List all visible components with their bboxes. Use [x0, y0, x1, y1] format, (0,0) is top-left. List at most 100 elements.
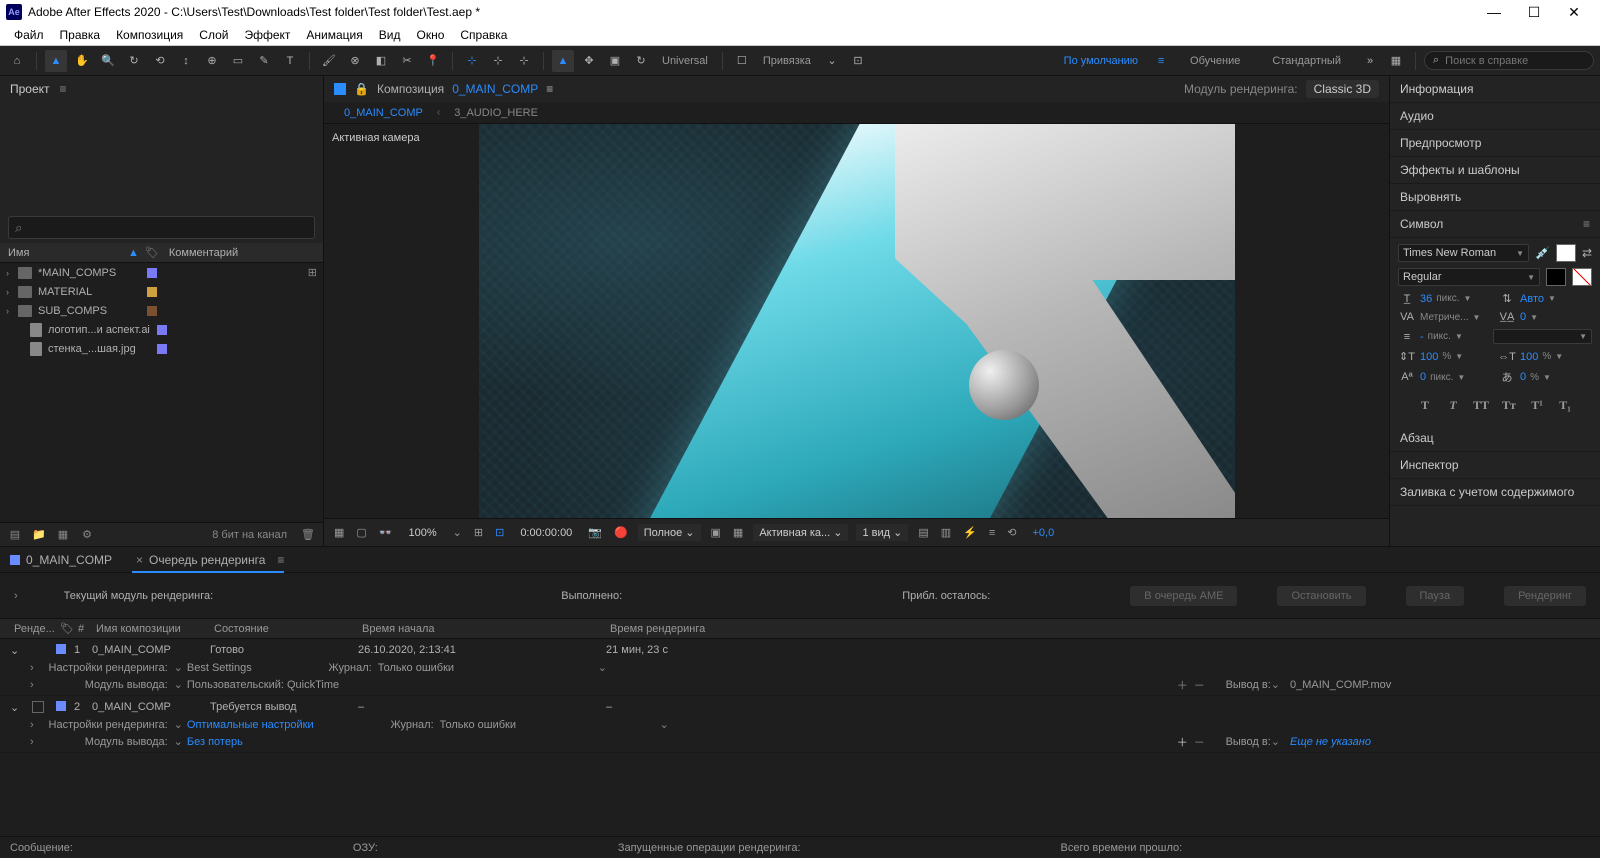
new-folder-icon[interactable]: 📁 [30, 526, 48, 544]
render-queue-item[interactable]: ⌄ 1 0_MAIN_COMP Готово 26.10.2020, 2:13:… [0, 639, 1600, 696]
color-swatch[interactable] [147, 287, 157, 297]
stroke-width-value[interactable]: - [1420, 331, 1424, 343]
render-queue-tab[interactable]: × Очередь рендеринга ≡ [132, 553, 284, 567]
render-queue-item[interactable]: ⌄ 2 0_MAIN_COMP Требуется вывод – – › На… [0, 696, 1600, 753]
text-tool[interactable]: T [279, 50, 301, 72]
grid-icon[interactable]: ⊞ [472, 526, 485, 539]
menu-animation[interactable]: Анимация [298, 26, 370, 44]
zoom-value[interactable]: 100% [403, 527, 443, 539]
viewer-tab[interactable]: 0_MAIN_COMP [344, 107, 423, 119]
vscale-value[interactable]: 100 [1420, 351, 1438, 363]
orbit-tool[interactable]: ↻ [123, 50, 145, 72]
mask-icon[interactable]: 👓 [377, 526, 395, 539]
stop-button[interactable]: Остановить [1277, 586, 1365, 606]
viewer-canvas[interactable]: Активная камера [324, 124, 1389, 518]
menu-file[interactable]: Файл [6, 26, 52, 44]
viewer-comp-name[interactable]: 0_MAIN_COMP [452, 82, 538, 96]
tree-item[interactable]: › MATERIAL [0, 282, 323, 301]
font-family-select[interactable]: Times New Roman▼ [1398, 244, 1529, 262]
baseline-value[interactable]: 0 [1420, 371, 1426, 383]
brush-tool[interactable]: 🖌 [318, 50, 340, 72]
dropdown-icon[interactable]: ⌄ [174, 735, 183, 748]
output-to-value[interactable]: 0_MAIN_COMP.mov [1290, 679, 1590, 691]
panel-tracker[interactable]: Инспектор [1390, 452, 1600, 479]
camera-select[interactable]: Активная ка... ⌄ [753, 524, 848, 541]
viewer-tab[interactable]: 3_AUDIO_HERE [454, 107, 538, 119]
tracking-value[interactable]: 0 [1520, 311, 1526, 323]
bold-button[interactable]: T [1414, 395, 1436, 415]
roto-tool[interactable]: ✂ [396, 50, 418, 72]
pen-tool[interactable]: ✎ [253, 50, 275, 72]
dropdown-icon[interactable]: ⌄ [660, 718, 669, 731]
zoom-dropdown-icon[interactable]: ⌄ [451, 526, 464, 539]
timecode[interactable]: 0:00:00:00 [514, 527, 578, 539]
tree-item[interactable]: › *MAIN_COMPS ⊞ [0, 263, 323, 282]
pixel-aspect-icon[interactable]: ▥ [939, 526, 953, 539]
project-search-input[interactable] [8, 216, 315, 239]
menu-edit[interactable]: Правка [52, 26, 109, 44]
expand-icon[interactable]: › [6, 287, 18, 297]
panel-align[interactable]: Выровнять [1390, 184, 1600, 211]
col-num[interactable]: # [74, 623, 92, 635]
guides-icon[interactable]: ⊡ [493, 526, 506, 539]
leading-value[interactable]: Авто [1520, 293, 1544, 305]
panel-effects[interactable]: Эффекты и шаблоны [1390, 157, 1600, 184]
resolution-select[interactable]: Полное ⌄ [638, 524, 701, 541]
menu-view[interactable]: Вид [371, 26, 409, 44]
pan-behind-tool[interactable]: ⊕ [201, 50, 223, 72]
axis-view-icon[interactable]: ⊹ [513, 50, 535, 72]
hscale-value[interactable]: 100 [1520, 351, 1538, 363]
workspace-learn[interactable]: Обучение [1176, 55, 1254, 67]
snap-checkbox[interactable]: ☐ [731, 50, 753, 72]
col-start[interactable]: Время начала [358, 623, 606, 635]
panel-content-aware[interactable]: Заливка с учетом содержимого [1390, 479, 1600, 506]
eraser-tool[interactable]: ◧ [370, 50, 392, 72]
menu-composition[interactable]: Композиция [108, 26, 191, 44]
color-swatch[interactable] [147, 268, 157, 278]
col-label-icon[interactable]: 🏷 [56, 622, 74, 635]
workspace-more-icon[interactable]: » [1359, 50, 1381, 72]
pause-button[interactable]: Пауза [1406, 586, 1465, 606]
rotation-tool[interactable]: ⟲ [149, 50, 171, 72]
no-color-swatch[interactable] [1572, 268, 1592, 286]
expand-icon[interactable]: › [6, 306, 18, 316]
tree-item[interactable]: › SUB_COMPS [0, 301, 323, 320]
dropdown-icon[interactable]: ⌄ [174, 661, 183, 674]
snap-opts-icon[interactable]: ⌄ [821, 50, 843, 72]
render-settings-value[interactable]: Best Settings [187, 662, 252, 674]
color-swatch[interactable] [157, 325, 167, 335]
render-module-value[interactable]: Classic 3D [1306, 80, 1379, 98]
snapshot-icon[interactable]: 📷 [586, 526, 604, 539]
font-size-value[interactable]: 36 [1420, 293, 1432, 305]
axis-world-icon[interactable]: ⊹ [487, 50, 509, 72]
stroke-color-swatch[interactable] [1546, 268, 1566, 286]
log-value[interactable]: Только ошибки [378, 662, 578, 674]
tree-item[interactable]: стенка_...шая.jpg [0, 339, 323, 358]
expand-icon[interactable]: › [14, 590, 18, 602]
close-tab-icon[interactable]: × [136, 553, 143, 567]
col-duration[interactable]: Время рендеринга [606, 623, 709, 635]
panel-paragraph[interactable]: Абзац [1390, 425, 1600, 452]
dropdown-icon[interactable]: ⌄ [174, 718, 183, 731]
color-swatch[interactable] [157, 344, 167, 354]
project-tree[interactable]: › *MAIN_COMPS ⊞ › MATERIAL › SUB_COMPS [0, 263, 323, 522]
roi-icon[interactable]: ▣ [709, 526, 723, 539]
interpret-icon[interactable]: ▤ [6, 526, 24, 544]
selection-alt-icon[interactable]: ▲ [552, 50, 574, 72]
workspace-standard[interactable]: Стандартный [1258, 55, 1355, 67]
add-output-icon[interactable]: ＋ [1177, 734, 1188, 750]
timeline-icon[interactable]: ≡ [987, 527, 997, 539]
workspace-menu-icon[interactable]: ≡ [1150, 50, 1172, 72]
panel-toggle-icon[interactable]: ▦ [1385, 50, 1407, 72]
help-search[interactable]: ⌕ [1424, 51, 1594, 70]
render-button[interactable]: Рендеринг [1504, 586, 1586, 606]
menu-window[interactable]: Окно [408, 26, 452, 44]
fast-preview-icon[interactable]: ⚡ [961, 526, 979, 539]
expand-icon[interactable]: ⌄ [10, 644, 20, 657]
camera-tool[interactable]: ↕ [175, 50, 197, 72]
fill-color-swatch[interactable] [1556, 244, 1576, 262]
always-preview-icon[interactable]: ▦ [332, 526, 346, 539]
bit-depth[interactable]: 8 бит на канал [212, 529, 293, 541]
channel-icon[interactable]: 🔴 [612, 526, 630, 539]
hand-tool[interactable]: ✋ [71, 50, 93, 72]
